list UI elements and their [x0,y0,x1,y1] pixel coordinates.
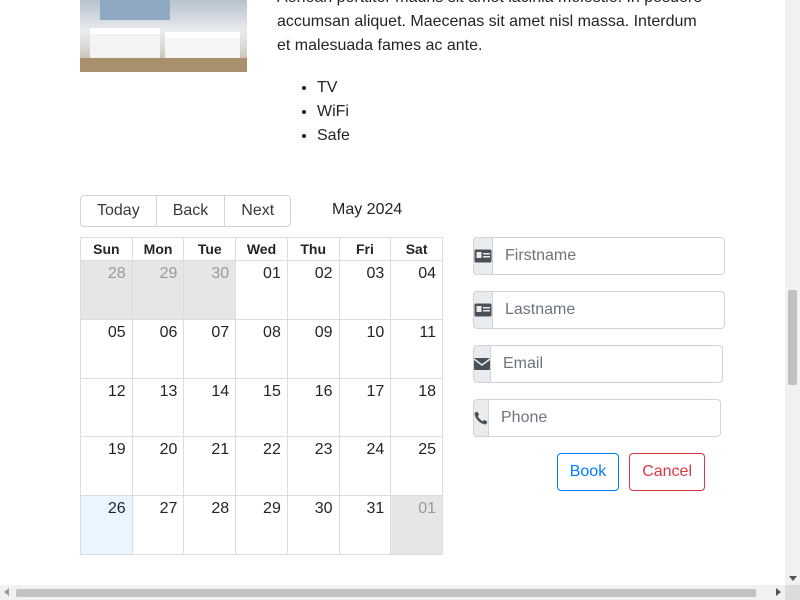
calendar-day-cell[interactable]: 14 [183,377,237,438]
amenity-safe: Safe [317,124,350,148]
calendar-day-cell[interactable]: 09 [286,318,340,379]
amenity-wifi: WiFi [317,100,350,124]
calendar-day-cell[interactable]: 30 [286,495,340,555]
calendar-day-cell-today[interactable]: 26 [80,495,133,555]
calendar-day-cell[interactable]: 17 [338,377,392,438]
calendar-day-cell[interactable]: 20 [131,436,185,497]
firstname-group [473,237,725,275]
calendar-day-cell[interactable]: 06 [131,318,185,379]
calendar-day-cell[interactable]: 03 [338,260,392,320]
calendar-day-cell[interactable]: 02 [286,260,340,320]
scroll-left-arrow-icon[interactable] [4,588,9,596]
calendar-week: 12 13 14 15 16 17 18 [80,377,443,438]
calendar-day-cell[interactable]: 31 [338,495,392,555]
phone-icon [473,399,489,437]
email-group [473,345,723,383]
amenity-tv: TV [317,76,350,100]
month-calendar: Sun Mon Tue Wed Thu Fri Sat 28 29 30 01 … [80,237,443,555]
calendar-week: 19 20 21 22 23 24 25 [80,436,443,497]
calendar-day-cell[interactable]: 25 [390,436,443,497]
cancel-button[interactable]: Cancel [629,453,705,491]
form-actions: Book Cancel [556,453,705,491]
phone-input[interactable] [489,399,721,437]
room-description: Aenean porttitor mauris sit amet lacinia… [277,0,702,54]
next-button[interactable]: Next [224,195,292,227]
calendar-day-cell[interactable]: 05 [80,318,133,379]
vertical-scrollbar[interactable] [785,0,800,585]
today-button[interactable]: Today [80,195,157,227]
amenities-list: TV WiFi Safe [317,76,350,148]
phone-group [473,399,721,437]
calendar-day-cell[interactable]: 29 [131,260,185,320]
scroll-down-arrow-icon[interactable] [789,576,797,581]
calendar-day-cell[interactable]: 01 [235,260,288,320]
id-card-icon [473,291,493,329]
envelope-icon [473,345,491,383]
calendar-day-cell[interactable]: 23 [286,436,340,497]
calendar-day-cell[interactable]: 08 [235,318,288,379]
weekday-header: Fri [338,237,392,261]
calendar-day-cell[interactable]: 29 [235,495,288,555]
calendar-day-cell[interactable]: 19 [80,436,133,497]
scroll-right-arrow-icon[interactable] [776,588,781,596]
booking-form: Book Cancel [473,237,725,491]
room-image [80,0,247,72]
calendar-day-cell[interactable]: 30 [183,260,237,320]
calendar-day-cell[interactable]: 13 [131,377,185,438]
calendar-day-cell[interactable]: 28 [80,260,133,320]
calendar-week: 28 29 30 01 02 03 04 [80,260,443,320]
weekday-header: Tue [183,237,237,261]
vertical-scroll-thumb[interactable] [788,290,797,385]
calendar-day-cell[interactable]: 22 [235,436,288,497]
scrollbar-corner [785,585,800,600]
weekday-header: Wed [235,237,288,261]
calendar-day-cell[interactable]: 28 [183,495,237,555]
email-input[interactable] [491,345,723,383]
calendar-week: 26 27 28 29 30 31 01 [80,495,443,555]
back-button[interactable]: Back [155,195,226,227]
calendar-day-cell[interactable]: 07 [183,318,237,379]
calendar-day-cell[interactable]: 27 [131,495,185,555]
month-label: May 2024 [332,201,403,218]
book-button[interactable]: Book [556,453,620,491]
calendar-toolbar: Today Back Next [80,195,292,227]
weekday-header: Mon [131,237,185,261]
weekday-header: Sat [390,237,443,261]
calendar-day-cell[interactable]: 18 [390,377,443,438]
lastname-input[interactable] [493,291,725,329]
lastname-group [473,291,725,329]
calendar-day-cell[interactable]: 12 [80,377,133,438]
horizontal-scrollbar[interactable] [0,585,785,600]
calendar-day-cell[interactable]: 16 [286,377,340,438]
calendar-day-cell[interactable]: 24 [338,436,392,497]
calendar-day-cell[interactable]: 10 [338,318,392,379]
id-card-icon [473,237,493,275]
calendar-day-cell[interactable]: 21 [183,436,237,497]
calendar-week: 05 06 07 08 09 10 11 [80,318,443,379]
horizontal-scroll-thumb[interactable] [16,589,756,597]
calendar-day-cell[interactable]: 04 [390,260,443,320]
firstname-input[interactable] [493,237,725,275]
weekday-header: Thu [286,237,340,261]
calendar-day-cell[interactable]: 01 [390,495,443,555]
calendar-day-cell[interactable]: 11 [390,318,443,379]
calendar-day-cell[interactable]: 15 [235,377,288,438]
weekday-header: Sun [80,237,133,261]
